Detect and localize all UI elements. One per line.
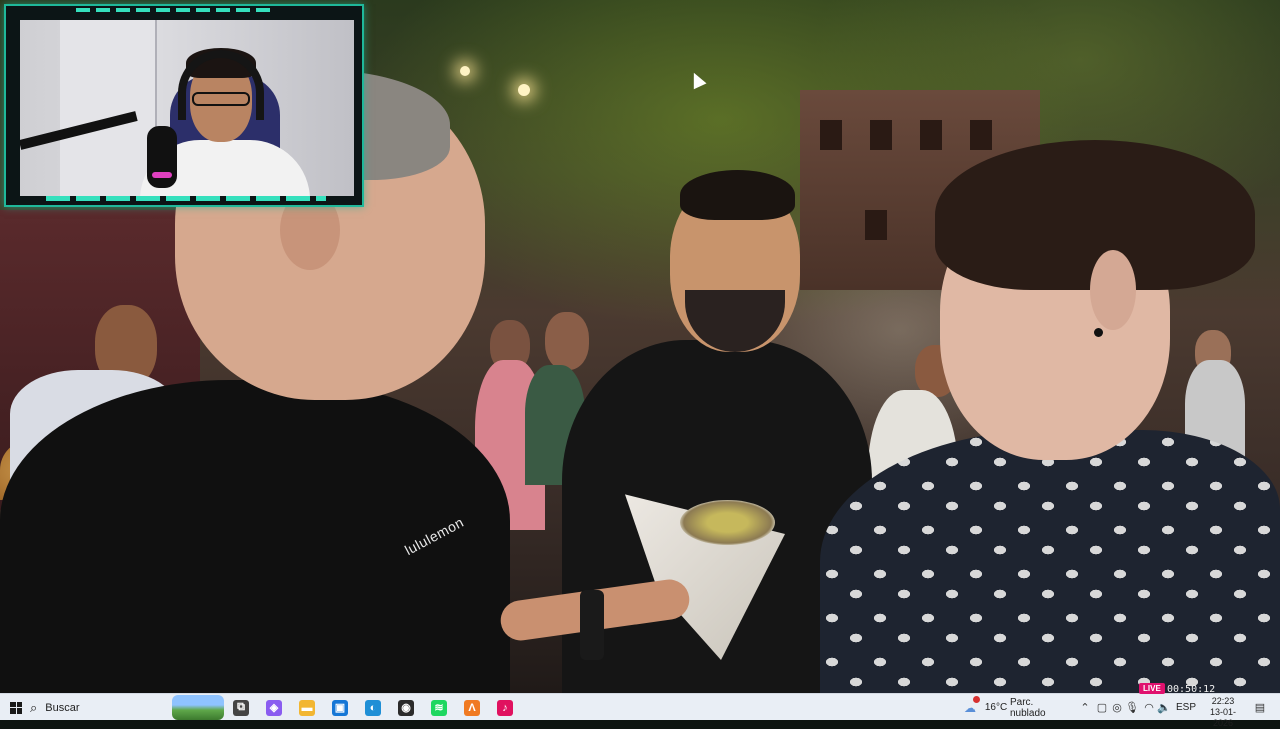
webcam-overlay[interactable]: [4, 4, 364, 207]
street-light: [460, 66, 470, 76]
tray-app-icon[interactable]: ▢: [1096, 694, 1108, 721]
notification-icon[interactable]: ▤: [1252, 694, 1268, 721]
stream-elapsed-time: 00:50:12: [1167, 684, 1216, 695]
taskbar-app-button[interactable]: ▬: [298, 694, 316, 721]
taskbar-app-button[interactable]: ≋: [430, 694, 448, 721]
taskbar-app-button[interactable]: ♪: [496, 694, 514, 721]
clock-date: 13-01-2026: [1209, 707, 1236, 728]
live-badge: LIVE: [1139, 683, 1165, 694]
frame-decoration-bottom: [46, 196, 326, 201]
start-button[interactable]: [8, 694, 24, 721]
microsoft-store-icon: ▣: [332, 699, 348, 716]
volume-icon[interactable]: 🔈: [1157, 694, 1171, 721]
weather-condition[interactable]: Parc. nublado: [1010, 694, 1070, 721]
task-view-icon: ⧉: [233, 699, 249, 716]
wifi-icon[interactable]: ◠: [1143, 694, 1155, 721]
tiktok-icon: ♪: [497, 699, 513, 716]
search-icon: ⌕: [30, 699, 38, 715]
taskbar-app-button[interactable]: ⧉: [232, 694, 250, 721]
taskbar-search[interactable]: ⌕ Buscar: [30, 694, 170, 721]
windows-logo-icon: [10, 701, 22, 714]
chutney-bowl: [680, 500, 775, 545]
weather-alert-badge: [973, 696, 980, 703]
webcam-feed: [20, 20, 354, 196]
taskbar: ⌕ Buscar ⧉ ◈ ▬ ▣ ◐ ◉ ≋ Λ ♪ ☁ 16°C Parc. nublado …: [0, 693, 1280, 728]
search-highlight-image[interactable]: [172, 695, 224, 720]
edge-icon: ◐: [365, 699, 381, 716]
file-explorer-icon: ▬: [299, 699, 315, 716]
app-icon-orange: Λ: [464, 699, 480, 716]
chevron-up-icon[interactable]: ⌃: [1079, 694, 1091, 721]
language-indicator[interactable]: ESP: [1175, 694, 1197, 721]
glasses: [192, 92, 250, 106]
copilot-icon: ◈: [266, 699, 282, 716]
taskbar-app-button[interactable]: Λ: [463, 694, 481, 721]
taskbar-app-button[interactable]: ▣: [331, 694, 349, 721]
tray-app-icon[interactable]: ◎: [1111, 694, 1123, 721]
system-clock[interactable]: 22:23 13-01-2026: [1200, 696, 1246, 729]
street-light: [518, 84, 530, 96]
weather-temperature[interactable]: 16°C: [984, 694, 1008, 721]
taskbar-app-button[interactable]: ◉: [397, 694, 415, 721]
spotify-icon: ≋: [431, 699, 447, 716]
taskbar-app-button[interactable]: ◐: [364, 694, 382, 721]
microphone: [147, 126, 177, 188]
obs-studio-icon: ◉: [398, 699, 414, 716]
search-placeholder: Buscar: [45, 701, 80, 714]
taskbar-app-button[interactable]: ◈: [265, 694, 283, 721]
frame-decoration-top: [76, 8, 276, 12]
mouse-cursor: [687, 69, 707, 90]
clock-time: 22:23: [1211, 696, 1235, 706]
microphone-icon[interactable]: 🎙: [1125, 694, 1139, 721]
